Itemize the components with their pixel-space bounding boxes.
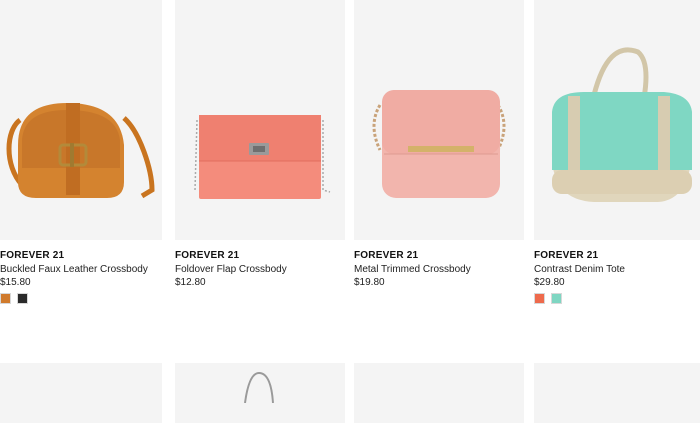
product-card-placeholder: [354, 363, 524, 423]
product-image[interactable]: [354, 0, 524, 240]
product-image[interactable]: [534, 0, 700, 240]
product-price: $12.80: [175, 277, 206, 288]
product-image[interactable]: [0, 0, 162, 240]
product-brand: FOREVER 21: [175, 250, 240, 261]
product-card-placeholder: [534, 363, 700, 423]
product-brand: FOREVER 21: [534, 250, 599, 261]
color-swatches: [0, 293, 162, 305]
product-brand: FOREVER 21: [0, 250, 65, 261]
product-name[interactable]: Foldover Flap Crossbody: [175, 263, 345, 276]
product-price: $19.80: [354, 277, 385, 288]
product-name[interactable]: Contrast Denim Tote: [534, 263, 700, 276]
product-card[interactable]: FOREVER 21 Metal Trimmed Crossbody $19.8…: [354, 0, 524, 289]
product-brand: FOREVER 21: [354, 250, 419, 261]
color-swatch-black[interactable]: [17, 293, 29, 304]
product-card[interactable]: FOREVER 21 Contrast Denim Tote $29.80: [534, 0, 700, 305]
product-name[interactable]: Buckled Faux Leather Crossbody: [0, 263, 162, 276]
product-card-placeholder: [175, 363, 345, 423]
color-swatch-coral[interactable]: [534, 293, 545, 304]
product-card[interactable]: FOREVER 21 Buckled Faux Leather Crossbod…: [0, 0, 162, 305]
product-card-placeholder: [0, 363, 162, 423]
color-swatch-orange[interactable]: [0, 293, 11, 304]
product-name[interactable]: Metal Trimmed Crossbody: [354, 263, 524, 276]
product-price: $15.80: [0, 277, 31, 288]
product-card[interactable]: FOREVER 21 Foldover Flap Crossbody $12.8…: [175, 0, 345, 289]
product-image[interactable]: [175, 0, 345, 240]
color-swatches: [534, 293, 700, 305]
color-swatch-mint[interactable]: [551, 293, 563, 304]
product-grid: FOREVER 21 Buckled Faux Leather Crossbod…: [0, 0, 700, 423]
product-price: $29.80: [534, 277, 565, 288]
